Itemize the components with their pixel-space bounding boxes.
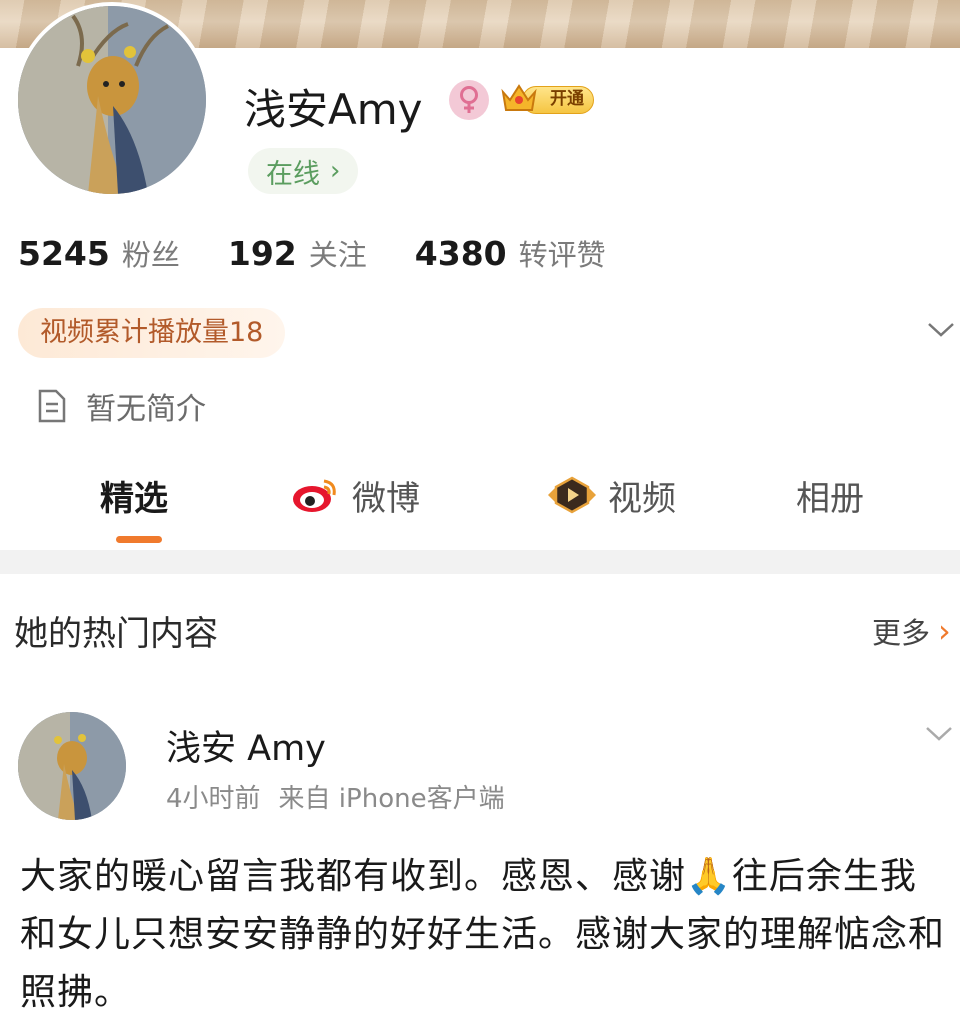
tab-featured-label: 精选 — [100, 478, 168, 519]
tab-video-label: 视频 — [608, 478, 676, 519]
tab-weibo[interactable]: 微博 — [290, 470, 420, 520]
post-options-chevron-icon[interactable] — [924, 724, 954, 748]
more-link[interactable]: 更多 › — [872, 610, 951, 652]
profile-avatar[interactable] — [14, 2, 210, 198]
followers-label[interactable]: 粉丝 — [122, 232, 180, 274]
section-divider — [0, 550, 960, 574]
video-plays-badge[interactable]: 视频累计播放量18 — [18, 308, 286, 358]
post-source: 来自 iPhone客户端 — [278, 784, 505, 814]
tab-album-label: 相册 — [796, 478, 864, 519]
post-time: 4小时前 — [166, 784, 261, 814]
hot-content-title: 她的热门内容 — [14, 614, 218, 654]
deer-portrait-image — [18, 712, 126, 820]
tab-featured[interactable]: 精选 — [100, 470, 168, 520]
profile-stats: 5245 粉丝 192 关注 4380 转评赞 — [18, 232, 606, 274]
tab-album[interactable]: 相册 — [796, 470, 864, 520]
post-author-avatar[interactable] — [18, 712, 126, 820]
vip-open-button[interactable]: 开通 — [500, 80, 596, 116]
weibo-icon — [293, 479, 336, 512]
chevron-right-icon: › — [330, 156, 341, 186]
following-label[interactable]: 关注 — [309, 232, 367, 274]
bio-row: 暂无简介 — [36, 384, 206, 428]
followers-count[interactable]: 5245 — [18, 234, 110, 273]
document-icon — [38, 389, 66, 423]
chevron-right-icon: › — [938, 612, 951, 650]
post-body-text: 大家的暖心留言我都有收到。感恩、感谢🙏往后余生我和女儿只想安安静静的好好生活。感… — [20, 856, 946, 1013]
tab-weibo-label: 微博 — [352, 478, 420, 519]
online-status[interactable]: 在线 › — [248, 148, 359, 194]
active-tab-indicator — [116, 536, 162, 543]
bio-text: 暂无简介 — [86, 392, 206, 427]
post-author-name[interactable]: 浅安 Amy — [166, 720, 326, 771]
profile-name: 浅安Amy — [244, 85, 423, 134]
deer-portrait-image — [18, 6, 206, 194]
female-gender-icon — [449, 80, 489, 120]
post-meta: 4小时前 来自 iPhone客户端 — [166, 778, 505, 815]
chevron-down-icon[interactable] — [926, 320, 956, 344]
interactions-count[interactable]: 4380 — [415, 234, 507, 273]
tab-video[interactable]: 视频 — [546, 470, 676, 520]
following-count[interactable]: 192 — [228, 234, 297, 273]
crown-icon — [501, 84, 537, 111]
interactions-label[interactable]: 转评赞 — [519, 232, 606, 274]
video-badge-icon — [548, 476, 596, 514]
more-label: 更多 — [872, 616, 931, 650]
online-status-label: 在线 — [266, 158, 320, 190]
